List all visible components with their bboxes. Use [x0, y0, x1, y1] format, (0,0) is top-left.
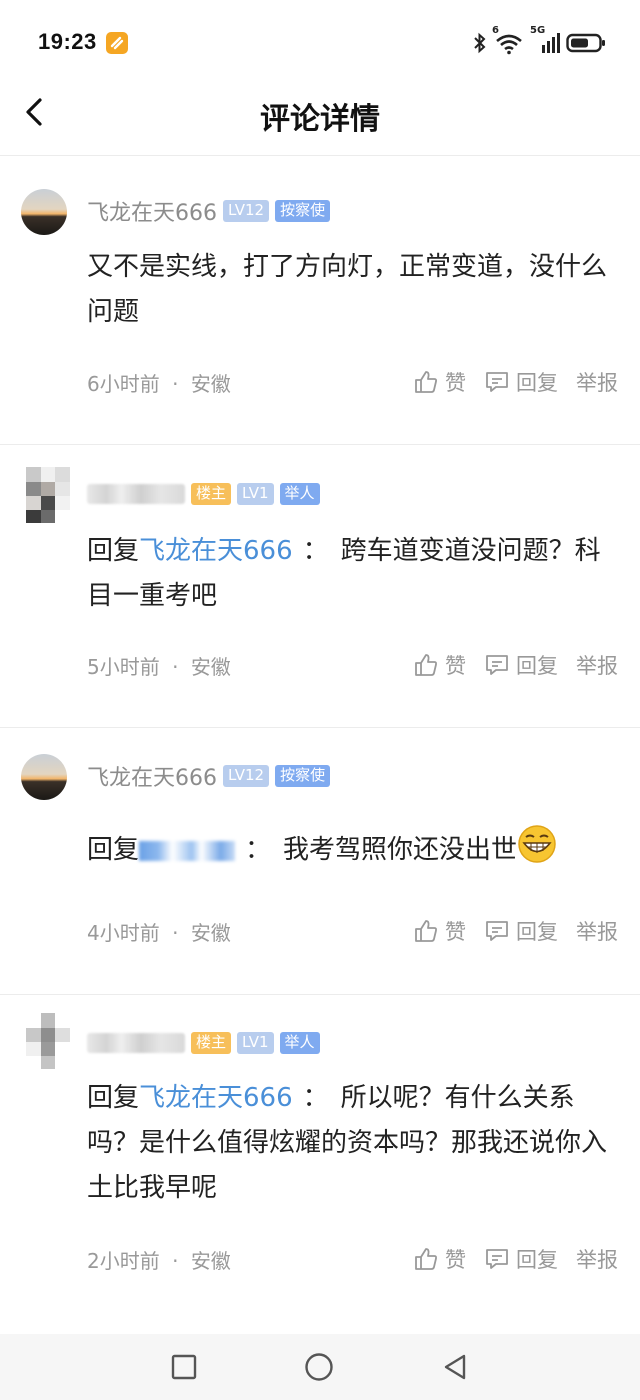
thumbs-up-icon [415, 371, 437, 393]
triangle-back-icon [444, 1354, 466, 1380]
comment-text: 又不是实线，打了方向灯，正常变道，没什么问题 [87, 252, 608, 327]
comment-author-row: 楼主 LV1 举人 [87, 480, 320, 508]
level-badge: LV12 [223, 200, 270, 222]
level-badge: LV1 [237, 1032, 274, 1054]
comment-author-row: 楼主 LV1 举人 [87, 1029, 320, 1057]
back-nav-button[interactable] [440, 1352, 470, 1382]
role-badge: 举人 [279, 483, 320, 505]
comment-meta: 4小时前 · 安徽 [87, 921, 231, 945]
reply-button[interactable]: 回复 [484, 916, 558, 946]
report-button[interactable]: 举报 [576, 1244, 618, 1274]
comment-author-row: 飞龙在天666 LV12 按察使 [87, 195, 331, 227]
comment-actions: 赞 回复 举报 [413, 367, 618, 397]
comment-bubble-icon [486, 655, 508, 675]
wifi-standard-label: 6 [492, 25, 499, 36]
level-badge: LV1 [237, 483, 274, 505]
reply-to-redacted[interactable] [139, 840, 236, 861]
notification-app-icon [106, 32, 128, 54]
comment-meta: 2小时前 · 安徽 [87, 1249, 231, 1273]
comment-actions: 赞 回复 举报 [413, 650, 618, 680]
clock: 19:23 [38, 29, 97, 54]
like-button[interactable]: 赞 [413, 1244, 466, 1274]
username-redacted[interactable] [87, 484, 185, 504]
reply-button[interactable]: 回复 [484, 367, 558, 397]
system-navigation-bar [0, 1334, 640, 1400]
comment-bubble-icon [486, 372, 508, 392]
reply-to-link[interactable]: 飞龙在天666 [139, 1083, 293, 1113]
reply-button[interactable]: 回复 [484, 650, 558, 680]
username-redacted[interactable] [87, 1033, 185, 1053]
reply-to-link[interactable]: 飞龙在天666 [139, 536, 293, 566]
thumbs-up-icon [415, 1248, 437, 1270]
thumbs-up-icon [415, 920, 437, 942]
comment-actions: 赞 回复 举报 [413, 916, 618, 946]
like-button[interactable]: 赞 [413, 367, 466, 397]
wifi-icon: 6 [492, 25, 524, 55]
header: 评论详情 [0, 70, 640, 156]
avatar[interactable] [26, 1013, 70, 1069]
host-badge: 楼主 [191, 483, 232, 505]
comment-item: 楼主 LV1 举人 回复飞龙在天666：所以呢？有什么关系吗？是什么值得炫耀的资… [0, 995, 640, 1325]
cellular-signal-icon: 5G [530, 25, 560, 55]
comment-meta: 6小时前 · 安徽 [87, 372, 231, 396]
report-button[interactable]: 举报 [576, 916, 618, 946]
host-badge: 楼主 [191, 1032, 232, 1054]
circle-icon [305, 1353, 333, 1381]
page-title: 评论详情 [260, 102, 380, 137]
comment-actions: 赞 回复 举报 [413, 1244, 618, 1274]
comment-item: 飞龙在天666 LV12 按察使 回复：我考驾照你还没出世 4小时前 · 安徽 … [0, 728, 640, 994]
avatar[interactable] [21, 754, 67, 800]
recent-apps-button[interactable] [169, 1352, 199, 1382]
comment-item: 飞龙在天666 LV12 按察使 又不是实线，打了方向灯，正常变道，没什么问题 … [0, 156, 640, 444]
comment-text: 回复：我考驾照你还没出世 [87, 824, 617, 879]
level-badge: LV12 [223, 765, 270, 787]
bluetooth-icon [474, 32, 486, 54]
role-badge: 举人 [279, 1032, 320, 1054]
avatar[interactable] [21, 189, 67, 235]
thumbs-up-icon [415, 654, 437, 676]
comment-author-row: 飞龙在天666 LV12 按察使 [87, 760, 331, 792]
comment-item: 楼主 LV1 举人 回复飞龙在天666：跨车道变道没问题？科目一重考吧 5小时前… [0, 445, 640, 728]
role-badge: 按察使 [275, 200, 331, 222]
username[interactable]: 飞龙在天666 [87, 195, 217, 227]
role-badge: 按察使 [275, 765, 331, 787]
square-icon [171, 1354, 197, 1380]
comment-text: 回复飞龙在天666：所以呢？有什么关系吗？是什么值得炫耀的资本吗？那我还说你入土… [87, 1083, 608, 1203]
comment-bubble-icon [486, 1249, 508, 1269]
status-icons: 6 5G [472, 25, 606, 58]
comment-text: 回复飞龙在天666：跨车道变道没问题？科目一重考吧 [87, 536, 601, 611]
like-button[interactable]: 赞 [413, 650, 466, 680]
comment-bubble-icon [486, 921, 508, 941]
grinning-emoji-icon [517, 824, 557, 879]
avatar[interactable] [26, 467, 70, 523]
report-button[interactable]: 举报 [576, 650, 618, 680]
battery-icon [566, 33, 605, 53]
like-button[interactable]: 赞 [413, 916, 466, 946]
comment-meta: 5小时前 · 安徽 [87, 655, 231, 679]
report-button[interactable]: 举报 [576, 367, 618, 397]
home-button[interactable] [304, 1352, 334, 1382]
username[interactable]: 飞龙在天666 [87, 760, 217, 792]
reply-button[interactable]: 回复 [484, 1244, 558, 1274]
